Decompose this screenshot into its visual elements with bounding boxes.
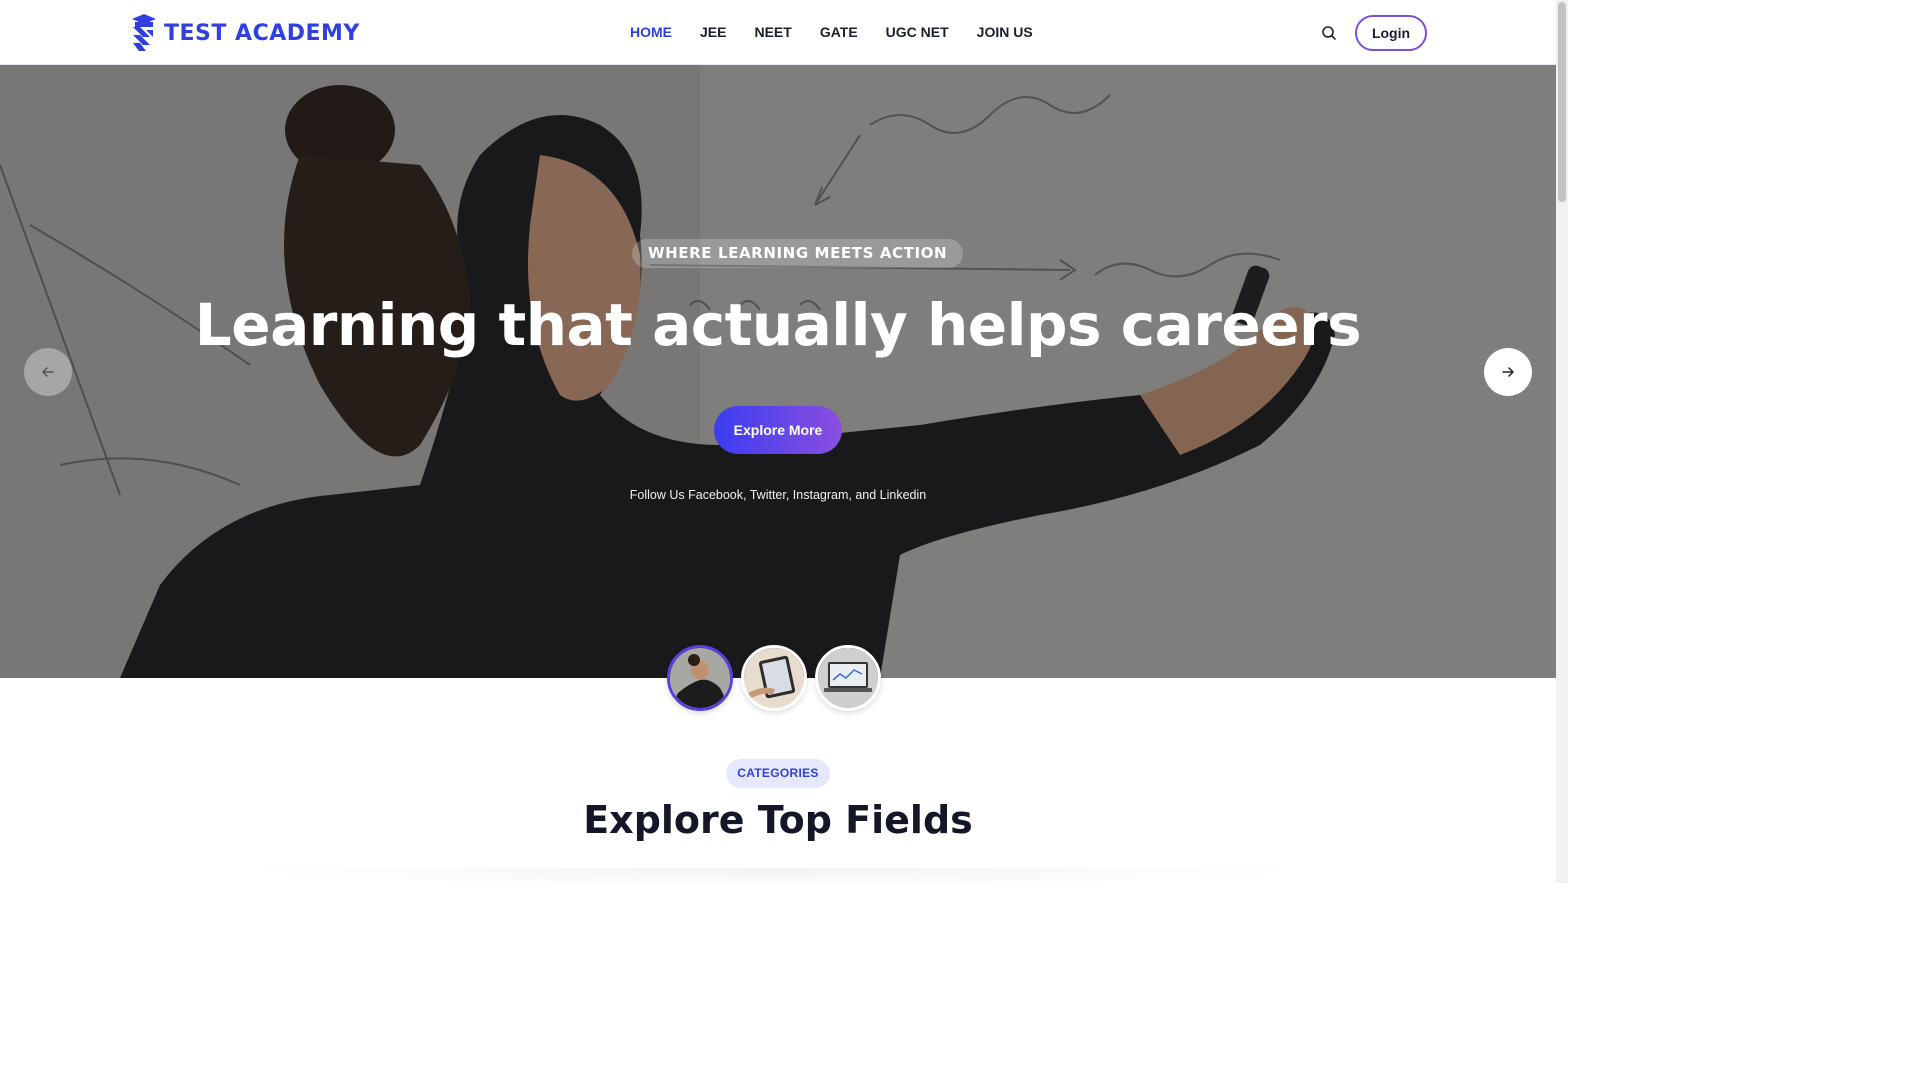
nav-item-ugc-net[interactable]: UGC NET [886,24,949,40]
nav-item-neet[interactable]: NEET [754,24,791,40]
graduation-cap-logo-icon [132,14,156,51]
nav-item-jee[interactable]: JEE [700,24,726,40]
page-scrollbar[interactable] [1556,0,1568,883]
slider-next-button[interactable] [1484,348,1532,396]
scrollbar-thumb[interactable] [1558,2,1566,202]
arrow-right-icon [1502,367,1515,377]
arrow-left-icon [41,367,54,377]
nav-item-gate[interactable]: GATE [820,24,858,40]
nav-item-home[interactable]: HOME [630,24,672,40]
search-icon[interactable] [1320,24,1338,42]
hero-slider: WHERE LEARNING MEETS ACTION Learning tha… [0,65,1556,678]
follow-us-text: Follow Us Facebook, Twitter, Instagram, … [629,488,927,502]
hero-tagline: WHERE LEARNING MEETS ACTION [632,239,964,268]
slide-thumb-image-person [670,648,730,708]
main-nav: HOME JEE NEET GATE UGC NET JOIN US [630,24,1033,40]
hero-title: Learning that actually helps careers [194,291,1362,359]
nav-item-join-us[interactable]: JOIN US [977,24,1033,40]
categories-badge: CATEGORIES [726,759,830,788]
slide-thumb-image-laptop [818,648,878,708]
slide-thumb-image-tablet [744,648,804,708]
hero-overlay [0,65,1556,678]
slide-thumb-2[interactable] [741,645,807,711]
category-cards-row [230,868,1320,888]
brand-name: TEST ACADEMY [164,20,360,46]
slide-thumbnails [667,645,881,711]
slide-thumb-3[interactable] [815,645,881,711]
slider-prev-button[interactable] [24,348,72,396]
site-header: TEST ACADEMY HOME JEE NEET GATE UGC NET … [0,0,1556,65]
slide-thumb-1[interactable] [667,645,733,711]
section-title: Explore Top Fields [583,798,973,842]
brand-logo[interactable]: TEST ACADEMY [130,13,360,53]
login-button[interactable]: Login [1355,15,1427,51]
explore-more-button[interactable]: Explore More [714,406,842,454]
